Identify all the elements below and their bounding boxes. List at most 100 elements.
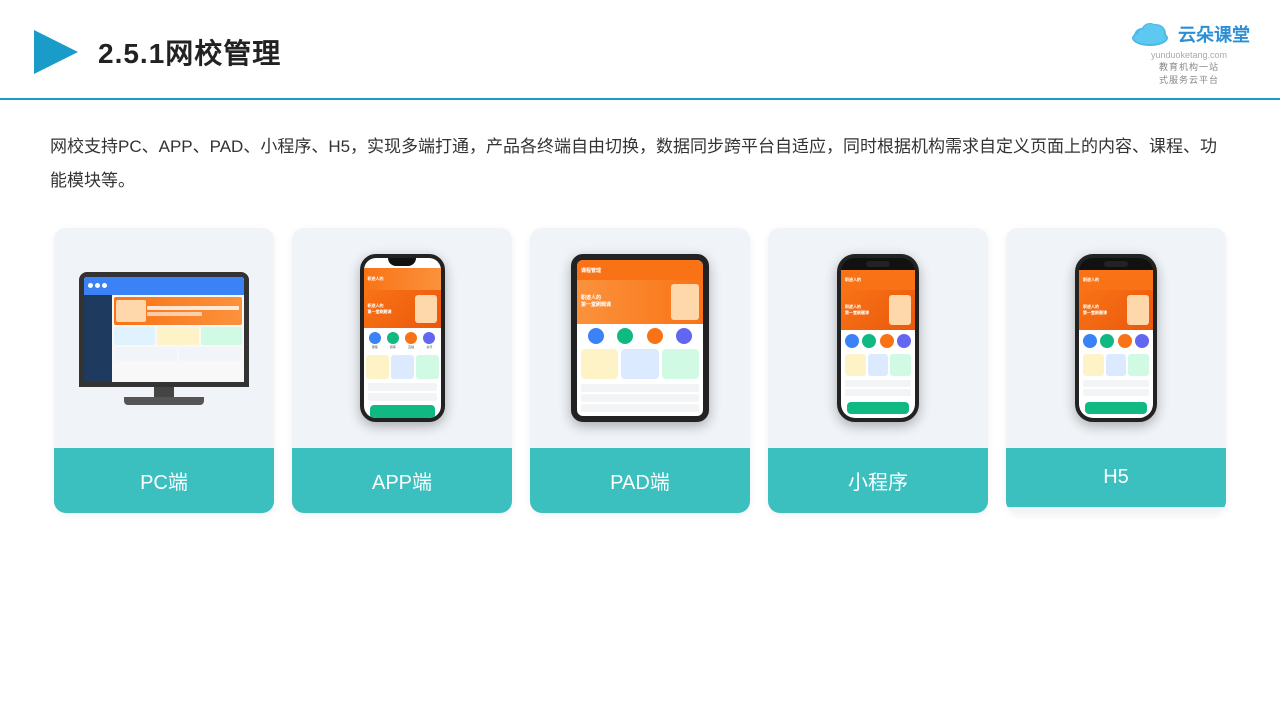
mini-banner-img <box>889 295 911 325</box>
tablet-icons <box>577 324 703 346</box>
monitor-content <box>84 295 244 382</box>
h5-card-1 <box>1083 354 1104 376</box>
h5-icon-2 <box>1100 334 1114 348</box>
phone-banner-txt-app: 职迹人的第一堂刷题课 <box>368 303 412 314</box>
monitor-body <box>79 272 249 387</box>
h5-row-2 <box>1083 389 1149 396</box>
description-text: 网校支持PC、APP、PAD、小程序、H5，实现多端打通，产品各终端自由切换，数… <box>50 130 1230 198</box>
phone-card-3 <box>416 355 439 379</box>
monitor-sidebar <box>84 295 112 382</box>
logo-url: yunduoketang.com <box>1151 50 1227 60</box>
phone-card-2 <box>391 355 414 379</box>
phone-screen-app: 职迹人的 职迹人的第一堂刷题课 课 <box>364 258 441 418</box>
mini-banner: 职迹人的第一堂刷题课 <box>841 290 915 330</box>
monitor-list-2 <box>179 347 242 361</box>
card-mini-image: 职迹人的 职迹人的第一堂刷题课 <box>768 228 988 448</box>
phone-icon-label-2: 题库 <box>390 345 396 349</box>
phone-header-text-app: 职迹人的 <box>368 276 384 282</box>
h5-banner-content: 职迹人的第一堂刷题课 <box>1083 304 1124 315</box>
tablet-list-row-1 <box>581 384 699 392</box>
logo-cloud: 云朵课堂 <box>1128 18 1250 50</box>
tablet-list <box>577 382 703 416</box>
h5-banner-txt: 职迹人的第一堂刷题课 <box>1083 304 1124 315</box>
h5-icon-4 <box>1135 334 1149 348</box>
mini-icon-3 <box>880 334 894 348</box>
phone-icon-3: 直播 <box>405 332 417 349</box>
h5-card-2 <box>1106 354 1127 376</box>
tablet-card-1 <box>581 349 618 379</box>
phone-icon-circle-3 <box>405 332 417 344</box>
phone-icon-circle-1 <box>369 332 381 344</box>
monitor-text-line-1 <box>147 306 239 310</box>
monitor-main-area <box>112 295 244 382</box>
mini-notch-pill <box>866 261 890 267</box>
card-pad-image: 课程管理 职迹人的第一堂刷题课 <box>530 228 750 448</box>
card-pc: PC端 <box>54 228 274 513</box>
h5-row-1 <box>1083 380 1149 387</box>
mini-banner-content: 职迹人的第一堂刷题课 <box>845 304 886 315</box>
mini-phone-mockup: 职迹人的 职迹人的第一堂刷题课 <box>837 254 919 422</box>
h5-btn-green <box>1085 402 1147 414</box>
monitor-dot-1 <box>88 283 93 288</box>
tablet-icon-4 <box>676 328 692 344</box>
mini-card-3 <box>890 354 911 376</box>
mini-card-2 <box>868 354 889 376</box>
phone-banner-content: 职迹人的第一堂刷题课 <box>368 303 412 314</box>
header-left: 2.5.1网校管理 <box>30 26 281 78</box>
card-app-image: 职迹人的 职迹人的第一堂刷题课 课 <box>292 228 512 448</box>
monitor-topbar <box>84 277 244 295</box>
phone-icon-circle-2 <box>387 332 399 344</box>
tablet-screen: 课程管理 职迹人的第一堂刷题课 <box>577 260 703 416</box>
tablet-icon-1 <box>588 328 604 344</box>
main-content: 网校支持PC、APP、PAD、小程序、H5，实现多端打通，产品各终端自由切换，数… <box>0 100 1280 533</box>
header: 2.5.1网校管理 云朵课堂 yunduoketang.com 教育机构一站 式… <box>0 0 1280 100</box>
phone-list-1 <box>368 383 437 391</box>
h5-header-txt: 职迹人的 <box>1083 277 1099 283</box>
mini-cards <box>841 352 915 378</box>
tablet-card-2 <box>621 349 658 379</box>
phone-cards-app <box>364 353 441 381</box>
card-pad: 课程管理 职迹人的第一堂刷题课 <box>530 228 750 513</box>
mini-header-txt: 职迹人的 <box>845 277 861 283</box>
monitor-row-2 <box>114 347 242 361</box>
tablet-topbar: 课程管理 <box>577 260 703 280</box>
phone-body-app: 职迹人的 职迹人的第一堂刷题课 课 <box>360 254 445 422</box>
h5-icon-3 <box>1118 334 1132 348</box>
mini-icon-4 <box>897 334 911 348</box>
monitor-list-1 <box>114 347 177 361</box>
phone-header-app: 职迹人的 <box>364 268 441 290</box>
mini-row-2 <box>845 389 911 396</box>
cards-container: PC端 职迹人的 职迹人的第一堂刷题课 <box>50 228 1230 513</box>
phone-icon-4: 资讯 <box>423 332 435 349</box>
logo-text: 云朵课堂 <box>1178 21 1250 47</box>
h5-cards <box>1079 352 1153 378</box>
mini-card-1 <box>845 354 866 376</box>
phone-icon-label-3: 直播 <box>408 345 414 349</box>
mini-icon-2 <box>862 334 876 348</box>
card-h5-image: 职迹人的 职迹人的第一堂刷题课 <box>1006 228 1226 448</box>
card-pc-image <box>54 228 274 448</box>
logo-slogan: 教育机构一站 式服务云平台 <box>1159 60 1219 86</box>
card-h5: 职迹人的 职迹人的第一堂刷题课 <box>1006 228 1226 513</box>
logo-area: 云朵课堂 yunduoketang.com 教育机构一站 式服务云平台 <box>1128 18 1250 86</box>
card-h5-label: H5 <box>1006 448 1226 507</box>
tablet-banner-txt: 职迹人的第一堂刷题课 <box>581 295 667 310</box>
monitor-dot-2 <box>95 283 100 288</box>
h5-header: 职迹人的 <box>1079 270 1153 290</box>
tablet-banner: 职迹人的第一堂刷题课 <box>577 280 703 324</box>
pad-tablet-mockup: 课程管理 职迹人的第一堂刷题课 <box>571 254 709 422</box>
h5-icons <box>1079 330 1153 352</box>
phone-banner-img-app <box>415 295 437 323</box>
monitor-card-row <box>114 327 242 345</box>
card-mini-label: 小程序 <box>768 448 988 513</box>
play-icon <box>30 26 82 78</box>
h5-banner-img <box>1127 295 1149 325</box>
tablet-banner-img <box>671 284 699 320</box>
phone-icon-2: 题库 <box>387 332 399 349</box>
monitor-neck <box>154 387 174 397</box>
mini-icons <box>841 330 915 352</box>
h5-notch-pill <box>1104 261 1128 267</box>
monitor-base <box>124 397 204 405</box>
monitor-text-line-2 <box>147 312 202 316</box>
h5-phone-mockup: 职迹人的 职迹人的第一堂刷题课 <box>1075 254 1157 422</box>
